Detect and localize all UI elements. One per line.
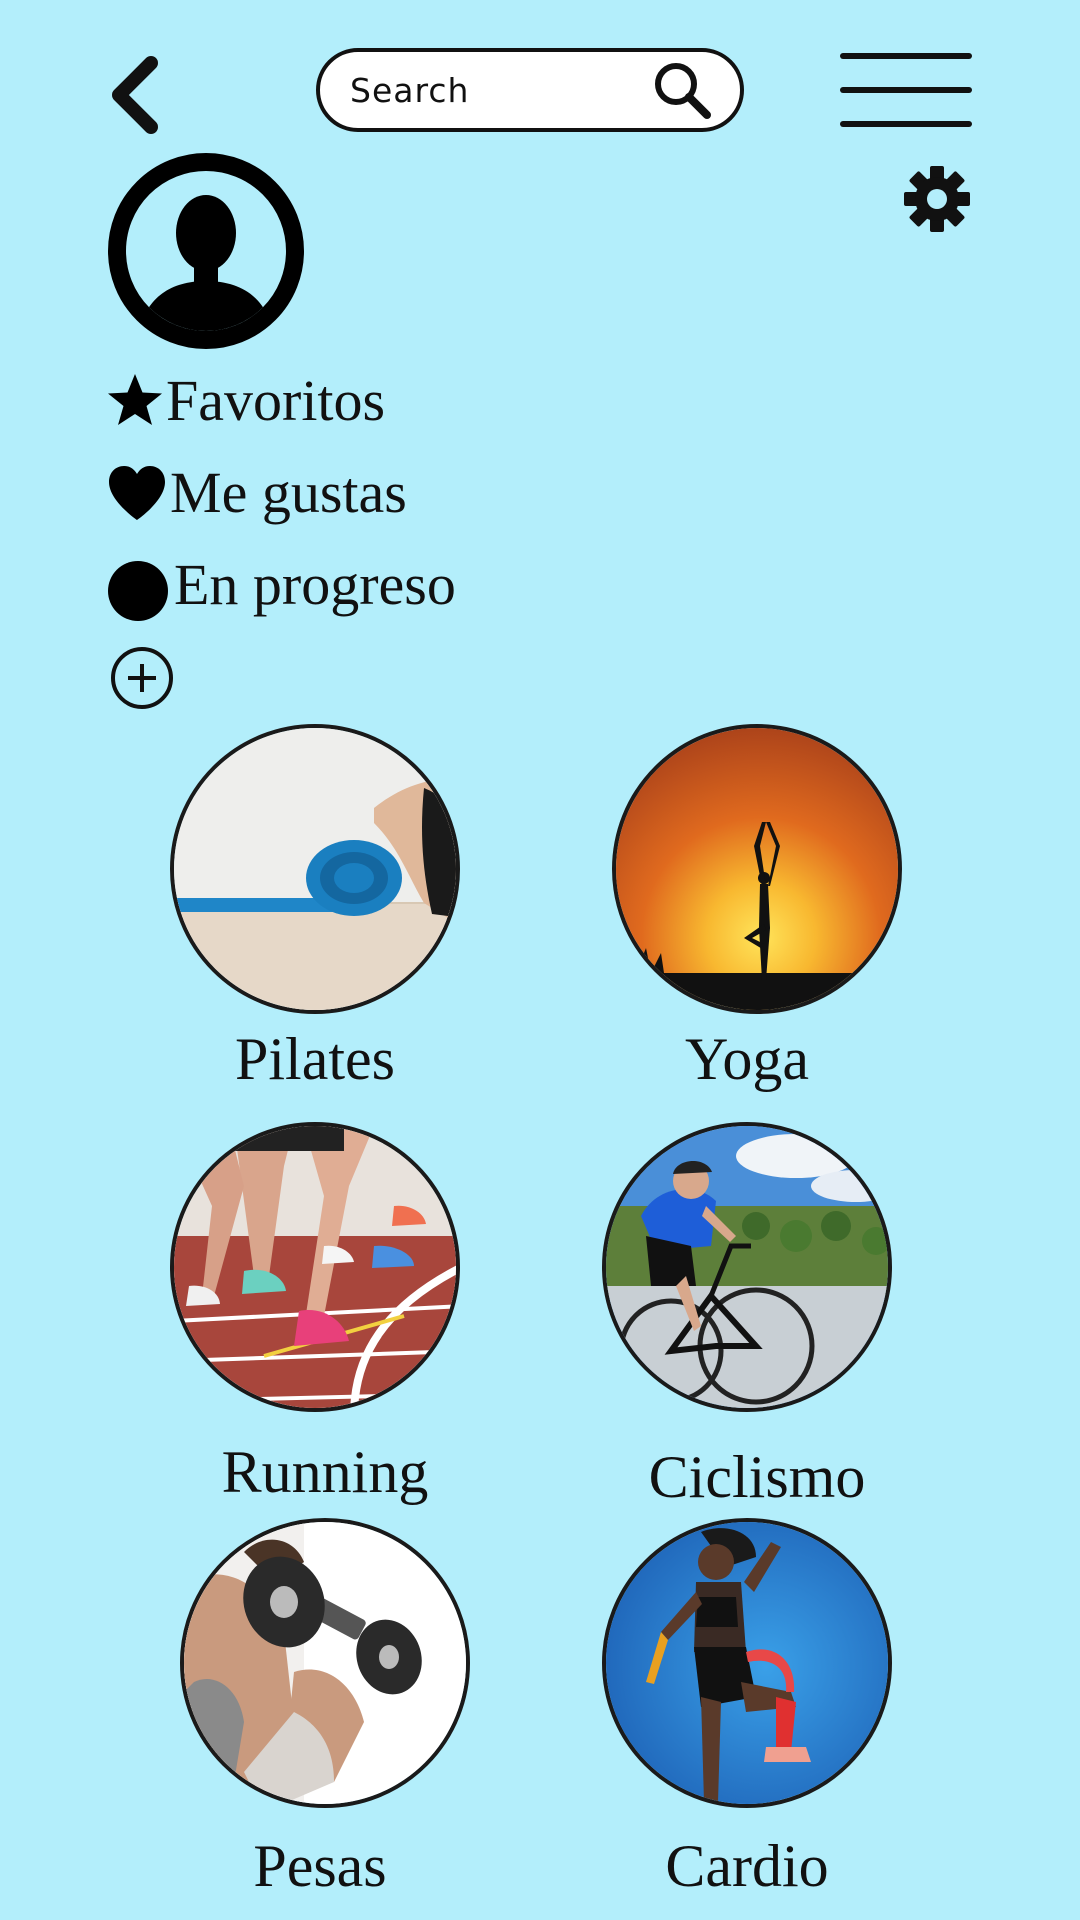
settings-button[interactable] bbox=[902, 164, 972, 234]
category-label: Pesas bbox=[253, 1833, 387, 1899]
menu-icon-bar bbox=[840, 53, 972, 59]
add-button[interactable] bbox=[110, 646, 174, 710]
menu-icon-bar bbox=[840, 87, 972, 93]
search-input[interactable] bbox=[350, 70, 650, 110]
star-icon bbox=[108, 374, 162, 425]
shortcut-me-gustas[interactable]: Me gustas bbox=[106, 447, 456, 539]
chevron-left-icon bbox=[112, 56, 158, 134]
category-label: Running bbox=[221, 1439, 429, 1505]
running-image bbox=[170, 1122, 460, 1412]
category-pesas[interactable]: Pesas bbox=[180, 1518, 470, 1896]
shortcut-label: Me gustas bbox=[170, 460, 407, 525]
category-cardio[interactable]: Cardio bbox=[602, 1518, 892, 1896]
shortcut-favoritos[interactable]: Favoritos bbox=[106, 355, 456, 447]
category-ciclismo[interactable]: Ciclismo bbox=[602, 1122, 892, 1507]
shortcut-label: En progreso bbox=[174, 552, 456, 617]
category-label: Cardio bbox=[665, 1833, 829, 1899]
back-button[interactable] bbox=[100, 50, 170, 140]
category-yoga[interactable]: Yoga bbox=[612, 724, 902, 1089]
user-silhouette-icon bbox=[108, 153, 304, 349]
pilates-image bbox=[170, 724, 460, 1014]
shortcut-list: Favoritos Me gustas En progreso bbox=[106, 355, 456, 631]
search-icon[interactable] bbox=[650, 57, 714, 123]
filled-circle-icon bbox=[108, 561, 168, 621]
ciclismo-image bbox=[602, 1122, 892, 1412]
category-label: Yoga bbox=[685, 1026, 809, 1092]
plus-circle-icon bbox=[111, 647, 173, 709]
yoga-image bbox=[612, 724, 902, 1014]
category-label: Pilates bbox=[235, 1026, 395, 1092]
avatar[interactable] bbox=[108, 153, 304, 349]
gear-icon bbox=[904, 166, 970, 232]
category-running[interactable]: Running bbox=[170, 1122, 460, 1502]
heart-icon bbox=[109, 466, 165, 520]
shortcut-label: Favoritos bbox=[166, 368, 386, 433]
menu-button[interactable] bbox=[840, 48, 974, 132]
shortcut-en-progreso[interactable]: En progreso bbox=[106, 539, 456, 631]
cardio-image bbox=[602, 1518, 892, 1808]
search-bar bbox=[316, 48, 744, 132]
pesas-image bbox=[180, 1518, 470, 1808]
category-pilates[interactable]: Pilates bbox=[170, 724, 460, 1089]
menu-icon-bar bbox=[840, 121, 972, 127]
category-label: Ciclismo bbox=[648, 1444, 866, 1510]
